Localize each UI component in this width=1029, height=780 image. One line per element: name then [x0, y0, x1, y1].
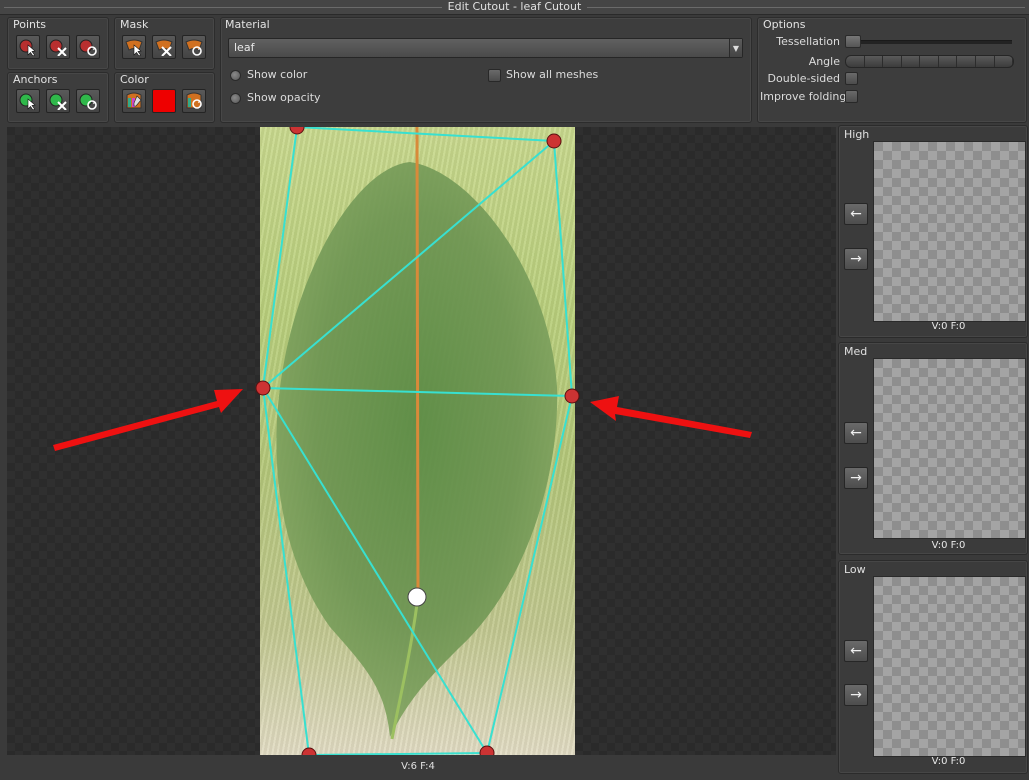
lod-stats: V:0 F:0	[931, 321, 966, 332]
material-select[interactable]: leaf ▼	[228, 38, 743, 58]
points-group: Points	[7, 17, 109, 70]
mask-group: Mask	[114, 17, 215, 70]
point-select-icon	[19, 39, 36, 56]
lod-prev-button[interactable]: ←	[844, 203, 868, 225]
lod-label: Low	[844, 563, 866, 576]
anchor-delete-icon	[49, 93, 67, 110]
lod-stats: V:0 F:0	[931, 540, 966, 551]
mesh-point[interactable]	[564, 388, 580, 404]
tessellation-slider-handle[interactable]	[845, 35, 861, 48]
double-sided-label: Double-sided	[767, 72, 840, 85]
anchors-group: Anchors	[7, 72, 109, 123]
lod-preview	[873, 358, 1026, 539]
point-select-button[interactable]	[16, 35, 40, 59]
improve-folding-label: Improve folding	[760, 90, 847, 103]
color-reset-button[interactable]	[182, 89, 206, 113]
mask-rotate-button[interactable]	[182, 35, 206, 59]
color-swatch[interactable]	[152, 89, 176, 113]
lod-preview	[873, 141, 1026, 322]
options-group: Options	[757, 17, 1027, 123]
anchor-point[interactable]	[407, 587, 427, 607]
lod-stats: V:0 F:0	[931, 756, 966, 767]
window-title-text: Edit Cutout - leaf Cutout	[441, 0, 588, 13]
arrow-left-icon: ←	[850, 425, 862, 441]
mesh-points[interactable]	[255, 127, 580, 755]
anchor-select-icon	[19, 93, 36, 110]
anchor-select-button[interactable]	[16, 89, 40, 113]
mesh-overlay	[53, 127, 752, 755]
mesh-point[interactable]	[301, 747, 317, 755]
mask-delete-button[interactable]	[152, 35, 176, 59]
mask-select-button[interactable]	[122, 35, 146, 59]
lod-preview	[873, 576, 1026, 757]
title-bar: Edit Cutout - leaf Cutout	[0, 0, 1029, 15]
lod-next-button[interactable]: →	[844, 467, 868, 489]
arrow-right-icon: →	[850, 687, 862, 703]
material-group-label: Material	[225, 18, 270, 31]
points-group-label: Points	[13, 18, 47, 31]
mask-group-label: Mask	[120, 18, 149, 31]
mesh-point[interactable]	[479, 745, 495, 755]
arrow-right-icon: →	[850, 470, 862, 486]
lod-panel-high: High ← → V:0 F:0	[838, 125, 1028, 338]
arrow-right-annotation	[53, 389, 243, 451]
mask-rotate-icon	[185, 39, 203, 56]
window-title: Edit Cutout - leaf Cutout	[0, 0, 1029, 14]
double-sided-checkbox[interactable]	[845, 72, 858, 85]
color-group-label: Color	[120, 73, 149, 86]
point-delete-icon	[49, 39, 67, 56]
show-opacity-radio[interactable]	[230, 93, 241, 104]
improve-folding-checkbox[interactable]	[845, 90, 858, 103]
lod-label: High	[844, 128, 870, 141]
color-group: Color	[114, 72, 215, 123]
point-rotate-icon	[79, 39, 97, 56]
mesh-point[interactable]	[289, 127, 305, 135]
anchor-delete-button[interactable]	[46, 89, 70, 113]
mask-delete-icon	[155, 39, 173, 56]
arrow-left-annotation	[590, 396, 752, 438]
color-picker-button[interactable]	[122, 89, 146, 113]
tessellation-label: Tessellation	[776, 35, 840, 48]
mesh-point[interactable]	[255, 380, 271, 396]
lod-label: Med	[844, 345, 868, 358]
viewport-stats: V:6 F:4	[401, 761, 435, 772]
lod-prev-button[interactable]: ←	[844, 422, 868, 444]
tessellation-slider[interactable]	[846, 40, 1012, 44]
chevron-down-icon[interactable]: ▼	[729, 39, 742, 57]
lod-prev-button[interactable]: ←	[844, 640, 868, 662]
show-opacity-label: Show opacity	[247, 91, 321, 104]
point-delete-button[interactable]	[46, 35, 70, 59]
mask-select-icon	[125, 39, 143, 56]
color-reset-icon	[186, 92, 202, 109]
lod-next-button[interactable]: →	[844, 248, 868, 270]
anchor-rotate-icon	[79, 93, 97, 110]
anchor-rotate-button[interactable]	[76, 89, 100, 113]
show-color-radio[interactable]	[230, 70, 241, 81]
mesh-point[interactable]	[546, 133, 562, 149]
point-rotate-button[interactable]	[76, 35, 100, 59]
show-all-meshes-checkbox[interactable]	[488, 69, 501, 82]
color-picker-icon	[126, 92, 142, 109]
anchors-group-label: Anchors	[13, 73, 58, 86]
annotation-arrows	[53, 389, 752, 451]
angle-slider[interactable]	[845, 55, 1014, 68]
show-all-meshes-label: Show all meshes	[506, 68, 599, 81]
options-group-label: Options	[763, 18, 806, 31]
show-color-label: Show color	[247, 68, 308, 81]
cutout-viewport[interactable]	[7, 127, 836, 755]
lod-panel-low: Low ← → V:0 F:0	[838, 560, 1028, 774]
arrow-left-icon: ←	[850, 643, 862, 659]
lod-next-button[interactable]: →	[844, 684, 868, 706]
arrow-left-icon: ←	[850, 206, 862, 222]
material-select-value: leaf	[234, 41, 255, 54]
lod-panel-med: Med ← → V:0 F:0	[838, 342, 1028, 555]
angle-label: Angle	[808, 55, 840, 68]
arrow-right-icon: →	[850, 251, 862, 267]
